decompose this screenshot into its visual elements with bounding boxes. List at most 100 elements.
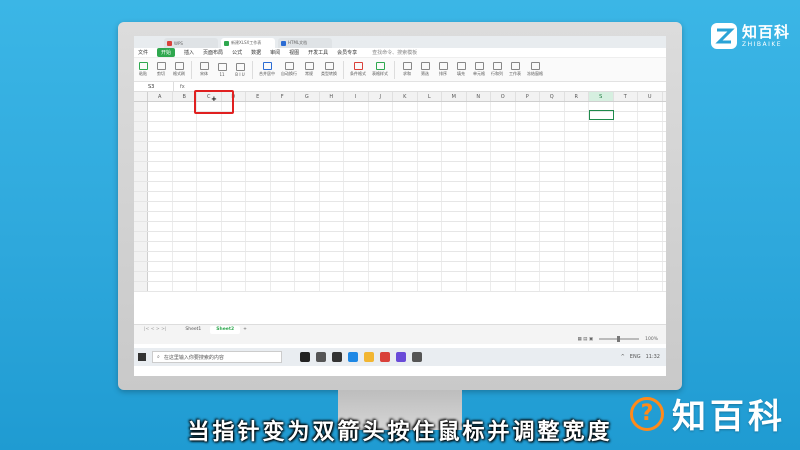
view-icons[interactable]: ▦ ▤ ▣ — [578, 337, 594, 342]
grid-cell[interactable] — [467, 272, 491, 281]
grid-cell[interactable] — [589, 192, 614, 201]
grid-cell[interactable] — [491, 262, 516, 271]
grid-cell[interactable] — [589, 242, 614, 251]
grid-cell[interactable] — [197, 242, 222, 251]
select-all-corner[interactable] — [134, 92, 148, 101]
grid-cell[interactable] — [246, 212, 271, 221]
grid-cell[interactable] — [393, 122, 418, 131]
grid-cell[interactable] — [565, 132, 589, 141]
grid-cell[interactable] — [173, 172, 197, 181]
grid-cell[interactable] — [246, 232, 271, 241]
grid-cell[interactable] — [295, 172, 320, 181]
column-header[interactable]: F — [271, 92, 295, 101]
grid-cell[interactable] — [295, 282, 320, 291]
grid-cell[interactable] — [589, 152, 614, 161]
grid-cell[interactable] — [344, 122, 369, 131]
grid-cell[interactable] — [197, 162, 222, 171]
terminal-icon[interactable] — [332, 352, 342, 362]
grid-cell[interactable] — [516, 252, 540, 261]
title-tab[interactable]: 新建XLSX工作表 — [221, 38, 275, 48]
grid-cell[interactable] — [344, 142, 369, 151]
grid-cell[interactable] — [320, 252, 344, 261]
ribbon-button[interactable]: 工作表 — [509, 62, 521, 77]
grid-cell[interactable] — [565, 282, 589, 291]
grid-cell[interactable] — [614, 272, 638, 281]
grid-cell[interactable] — [540, 262, 565, 271]
ribbon-button[interactable]: 格式刷 — [173, 62, 185, 77]
grid-cell[interactable] — [393, 252, 418, 261]
grid-cell[interactable] — [491, 122, 516, 131]
grid-cell[interactable] — [638, 202, 663, 211]
column-header[interactable]: H — [320, 92, 344, 101]
grid-cell[interactable] — [320, 112, 344, 121]
grid-cell[interactable] — [148, 212, 173, 221]
grid-cell[interactable] — [295, 272, 320, 281]
menu-file[interactable]: 文件 — [138, 49, 148, 56]
grid-cell[interactable] — [418, 182, 442, 191]
grid-cell[interactable] — [467, 242, 491, 251]
grid-cell[interactable] — [589, 162, 614, 171]
grid-rows[interactable] — [134, 102, 666, 292]
grid-cell[interactable] — [614, 262, 638, 271]
grid-cell[interactable] — [589, 122, 614, 131]
grid-cell[interactable] — [344, 192, 369, 201]
ribbon-button[interactable]: 剪切 — [155, 62, 167, 77]
grid-cell[interactable] — [369, 152, 393, 161]
grid-cell[interactable] — [369, 272, 393, 281]
grid-cell[interactable] — [393, 202, 418, 211]
grid-cell[interactable] — [173, 152, 197, 161]
grid-cell[interactable] — [467, 232, 491, 241]
grid-cell[interactable] — [148, 122, 173, 131]
grid-cell[interactable] — [516, 232, 540, 241]
grid-cell[interactable] — [565, 242, 589, 251]
column-header[interactable]: O — [491, 92, 516, 101]
grid-cell[interactable] — [222, 262, 246, 271]
grid-cell[interactable] — [295, 222, 320, 231]
row-header[interactable] — [134, 202, 148, 211]
grid-cell[interactable] — [638, 142, 663, 151]
grid-cell[interactable] — [565, 182, 589, 191]
grid-cell[interactable] — [565, 252, 589, 261]
grid-cell[interactable] — [320, 242, 344, 251]
column-header[interactable]: G — [295, 92, 320, 101]
grid-cell[interactable] — [638, 192, 663, 201]
grid-cell[interactable] — [295, 132, 320, 141]
grid-cell[interactable] — [393, 132, 418, 141]
grid-cell[interactable] — [344, 172, 369, 181]
grid-cell[interactable] — [246, 152, 271, 161]
grid-cell[interactable] — [540, 252, 565, 261]
grid-cell[interactable] — [442, 192, 467, 201]
ribbon-button[interactable]: 类型转换 — [321, 62, 337, 77]
grid-cell[interactable] — [246, 182, 271, 191]
grid-cell[interactable] — [222, 252, 246, 261]
grid-cell[interactable] — [173, 252, 197, 261]
grid-cell[interactable] — [516, 222, 540, 231]
grid-cell[interactable] — [638, 242, 663, 251]
grid-cell[interactable] — [442, 122, 467, 131]
grid-cell[interactable] — [418, 132, 442, 141]
column-header[interactable]: Q — [540, 92, 565, 101]
grid-cell[interactable] — [589, 212, 614, 221]
grid-cell[interactable] — [442, 262, 467, 271]
grid-cell[interactable] — [638, 102, 663, 111]
grid-cell[interactable] — [442, 212, 467, 221]
grid-cell[interactable] — [614, 152, 638, 161]
ribbon-button[interactable]: 冻结窗格 — [527, 62, 543, 77]
grid-cell[interactable] — [491, 132, 516, 141]
ribbon-button[interactable]: B I U — [234, 62, 246, 77]
row-header[interactable] — [134, 152, 148, 161]
grid-cell[interactable] — [491, 172, 516, 181]
grid-cell[interactable] — [271, 172, 295, 181]
grid-cell[interactable] — [638, 212, 663, 221]
grid-cell[interactable] — [540, 142, 565, 151]
grid-cell[interactable] — [442, 162, 467, 171]
grid-cell[interactable] — [540, 272, 565, 281]
grid-cell[interactable] — [148, 192, 173, 201]
column-header[interactable]: S — [589, 92, 614, 101]
grid-cell[interactable] — [491, 162, 516, 171]
grid-cell[interactable] — [148, 232, 173, 241]
grid-cell[interactable] — [516, 102, 540, 111]
grid-cell[interactable] — [173, 182, 197, 191]
grid-cell[interactable] — [295, 232, 320, 241]
grid-cell[interactable] — [638, 152, 663, 161]
